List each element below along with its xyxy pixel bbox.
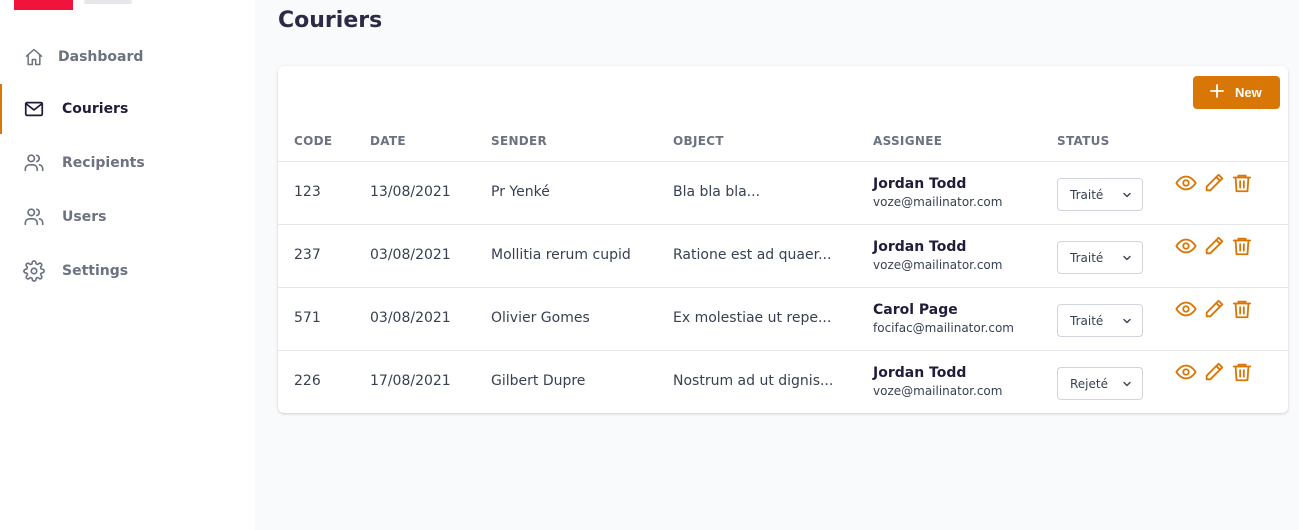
cell-object: Ratione est ad quaer... [673, 247, 832, 263]
users-icon [22, 205, 46, 229]
sidebar-item-label: Couriers [62, 101, 129, 117]
couriers-table-card: New CODE DATE SENDER OBJECT ASSIGNEE STA… [278, 66, 1288, 413]
status-select[interactable]: Rejeté [1057, 367, 1143, 400]
trash-icon[interactable] [1231, 298, 1253, 320]
column-header-code: CODE [294, 134, 333, 148]
table-row: 571 03/08/2021 Olivier Gomes Ex molestia… [278, 288, 1288, 351]
chevron-down-icon [1123, 192, 1131, 198]
users-icon [22, 151, 46, 175]
assignee-name: Carol Page [873, 302, 958, 318]
eye-icon[interactable] [1175, 235, 1197, 257]
gear-icon [22, 259, 46, 283]
status-value: Rejeté [1070, 376, 1108, 391]
cell-date: 17/08/2021 [370, 373, 451, 389]
home-icon [22, 45, 46, 69]
chevron-down-icon [1123, 318, 1131, 324]
sidebar-item-settings[interactable]: Settings [0, 246, 255, 296]
column-header-status: STATUS [1057, 134, 1110, 148]
column-header-assignee: ASSIGNEE [873, 134, 943, 148]
trash-icon[interactable] [1231, 235, 1253, 257]
cell-object: Ex molestiae ut repe... [673, 310, 832, 326]
eye-icon[interactable] [1175, 298, 1197, 320]
page-title: Couriers [278, 8, 383, 33]
sidebar: Dashboard Couriers Recipients Users Sett… [0, 0, 255, 530]
table-header: CODE DATE SENDER OBJECT ASSIGNEE STATUS [278, 126, 1288, 162]
cell-object: Nostrum ad ut dignis... [673, 373, 834, 389]
column-header-object: OBJECT [673, 134, 724, 148]
plus-icon [1209, 83, 1225, 102]
trash-icon[interactable] [1231, 361, 1253, 383]
cell-code: 237 [294, 247, 321, 263]
new-button-label: New [1235, 85, 1262, 100]
cell-sender: Pr Yenké [491, 184, 550, 200]
sidebar-item-label: Settings [62, 263, 129, 279]
chevron-down-icon [1123, 255, 1131, 261]
cell-code: 123 [294, 184, 321, 200]
chevron-down-icon [1123, 381, 1131, 387]
cell-date: 03/08/2021 [370, 247, 451, 263]
sidebar-item-dashboard[interactable]: Dashboard [0, 32, 255, 82]
cell-date: 03/08/2021 [370, 310, 451, 326]
assignee-name: Jordan Todd [873, 365, 967, 381]
status-select[interactable]: Traité [1057, 178, 1143, 211]
assignee-email: focifac@mailinator.com [873, 321, 1014, 335]
row-actions [1175, 298, 1253, 322]
pencil-icon[interactable] [1203, 298, 1225, 320]
status-value: Traité [1070, 187, 1104, 202]
sidebar-item-users[interactable]: Users [0, 192, 255, 242]
column-header-date: DATE [370, 134, 406, 148]
new-courier-button[interactable]: New [1193, 76, 1280, 109]
assignee-email: voze@mailinator.com [873, 384, 1003, 398]
sidebar-item-label: Users [62, 209, 107, 225]
sidebar-item-label: Recipients [62, 155, 145, 171]
row-actions [1175, 235, 1253, 259]
assignee-name: Jordan Todd [873, 176, 967, 192]
cell-code: 226 [294, 373, 321, 389]
cell-sender: Gilbert Dupre [491, 373, 586, 389]
sidebar-item-couriers[interactable]: Couriers [0, 84, 255, 134]
cell-code: 571 [294, 310, 321, 326]
pencil-icon[interactable] [1203, 235, 1225, 257]
logo-text [84, 0, 132, 4]
table-row: 237 03/08/2021 Mollitia rerum cupid Rati… [278, 225, 1288, 288]
assignee-email: voze@mailinator.com [873, 258, 1003, 272]
pencil-icon[interactable] [1203, 361, 1225, 383]
eye-icon[interactable] [1175, 361, 1197, 383]
sidebar-item-recipients[interactable]: Recipients [0, 138, 255, 188]
logo[interactable] [14, 0, 73, 10]
status-select[interactable]: Traité [1057, 241, 1143, 274]
status-value: Traité [1070, 313, 1104, 328]
trash-icon[interactable] [1231, 172, 1253, 194]
cell-sender: Olivier Gomes [491, 310, 590, 326]
table-row: 123 13/08/2021 Pr Yenké Bla bla bla... J… [278, 162, 1288, 225]
mail-icon [22, 97, 46, 121]
assignee-email: voze@mailinator.com [873, 195, 1003, 209]
cell-date: 13/08/2021 [370, 184, 451, 200]
assignee-name: Jordan Todd [873, 239, 967, 255]
table-row: 226 17/08/2021 Gilbert Dupre Nostrum ad … [278, 351, 1288, 414]
status-select[interactable]: Traité [1057, 304, 1143, 337]
cell-sender: Mollitia rerum cupid [491, 247, 631, 263]
sidebar-item-label: Dashboard [58, 49, 144, 65]
cell-object: Bla bla bla... [673, 184, 761, 200]
pencil-icon[interactable] [1203, 172, 1225, 194]
row-actions [1175, 172, 1253, 196]
status-value: Traité [1070, 250, 1104, 265]
column-header-sender: SENDER [491, 134, 548, 148]
eye-icon[interactable] [1175, 172, 1197, 194]
row-actions [1175, 361, 1253, 385]
